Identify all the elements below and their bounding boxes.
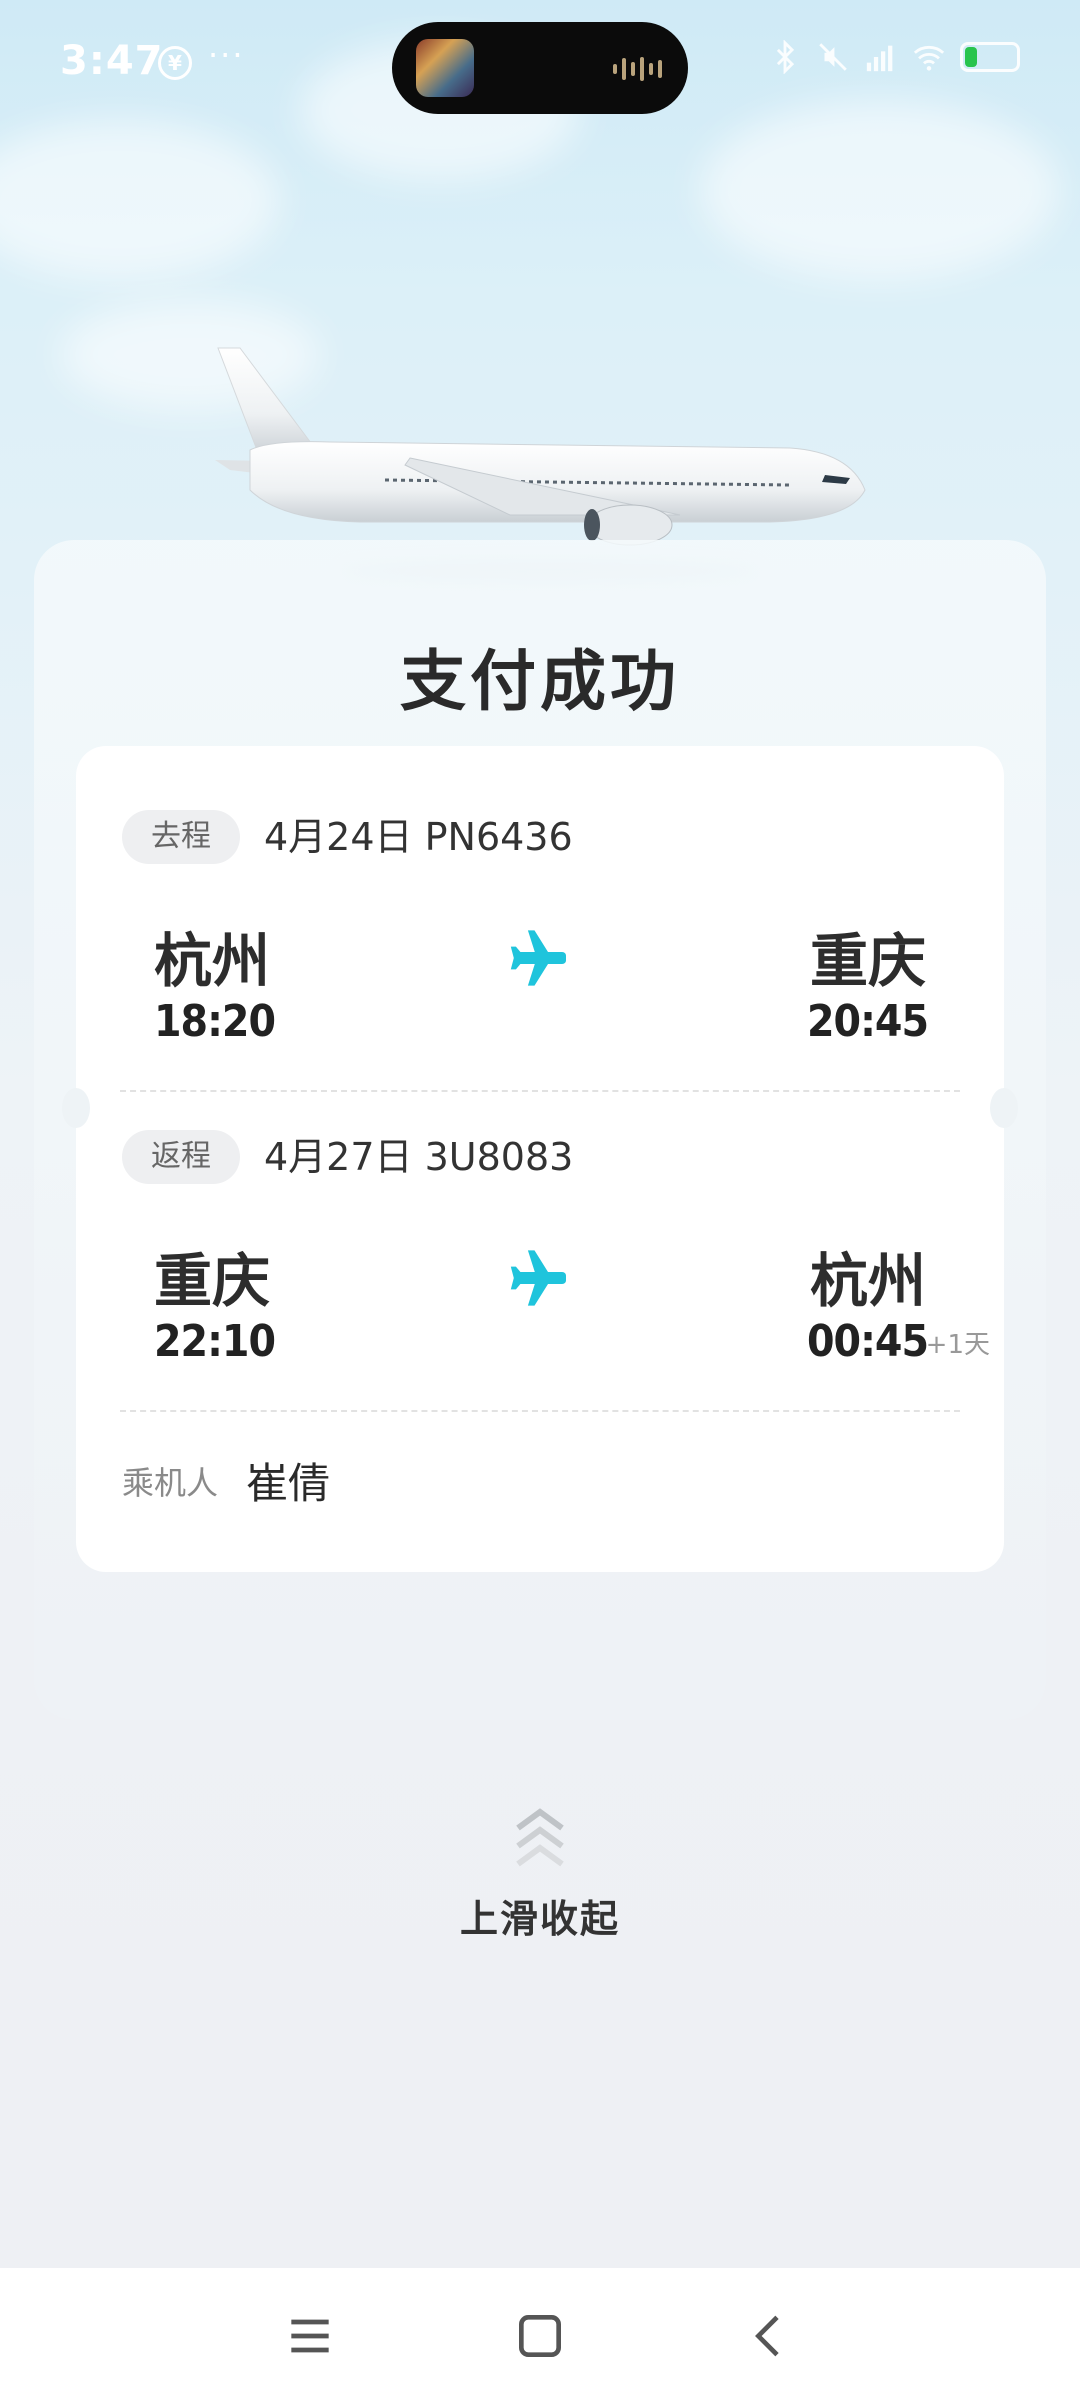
- passenger-name: 崔倩: [246, 1459, 331, 1508]
- return-date-flight: 4月27日 3U8083: [264, 1135, 574, 1179]
- ticket-divider: [120, 1090, 960, 1092]
- outbound-depart-time: 18:20: [154, 996, 276, 1047]
- mute-icon: [819, 43, 847, 71]
- outbound-date-flight: 4月24日 PN6436: [264, 815, 573, 859]
- bank-app-icon: ¥: [158, 46, 192, 80]
- status-icons: [768, 40, 1020, 74]
- bluetooth-icon: [776, 40, 795, 74]
- outbound-tag: 去程: [122, 810, 240, 864]
- swipe-up-icon[interactable]: [510, 1808, 570, 1872]
- more-notifications-icon: ···: [208, 36, 245, 74]
- swipe-up-hint[interactable]: 上滑收起: [0, 1888, 1080, 1943]
- return-arrive-time: 00:45: [806, 1316, 929, 1367]
- back-icon[interactable]: [742, 2308, 798, 2364]
- next-day-badge: +1天: [925, 1330, 990, 1360]
- ticket-notch-right: [990, 1088, 1018, 1128]
- battery-icon: [960, 42, 1020, 72]
- ticket-divider: [120, 1410, 960, 1412]
- outbound-arrive-time: 20:45: [806, 996, 929, 1047]
- return-from-city: 重庆: [154, 1247, 271, 1315]
- status-bar: 3:47 ¥ ···: [0, 0, 1080, 120]
- system-nav-bar: [0, 2268, 1080, 2400]
- return-depart-time: 22:10: [154, 1316, 276, 1367]
- menu-icon[interactable]: [282, 2308, 338, 2364]
- page-title: 支付成功: [400, 643, 680, 720]
- ticket-card[interactable]: 去程 4月24日 PN6436 杭州 重庆 18:20 20:45 返程 4月2…: [62, 746, 1018, 1572]
- cloud-decoration: [700, 100, 1060, 280]
- audio-wave-icon: [613, 56, 662, 82]
- status-time: 3:47: [60, 38, 164, 84]
- ticket-notch-left: [62, 1088, 90, 1128]
- return-tag: 返程: [122, 1130, 240, 1184]
- passenger-label: 乘机人: [122, 1464, 219, 1502]
- return-to-city: 杭州: [809, 1247, 926, 1315]
- dynamic-island[interactable]: [392, 22, 688, 114]
- cloud-decoration: [0, 120, 280, 280]
- wifi-icon: [913, 45, 945, 71]
- airplane-icon: [510, 930, 566, 986]
- signal-icon: [866, 45, 893, 72]
- airplane-illustration: [215, 347, 866, 546]
- airplane-icon: [510, 1250, 566, 1306]
- home-icon[interactable]: [512, 2308, 568, 2364]
- outbound-to-city: 重庆: [809, 927, 926, 995]
- outbound-from-city: 杭州: [154, 927, 271, 995]
- media-thumbnail: [416, 39, 474, 97]
